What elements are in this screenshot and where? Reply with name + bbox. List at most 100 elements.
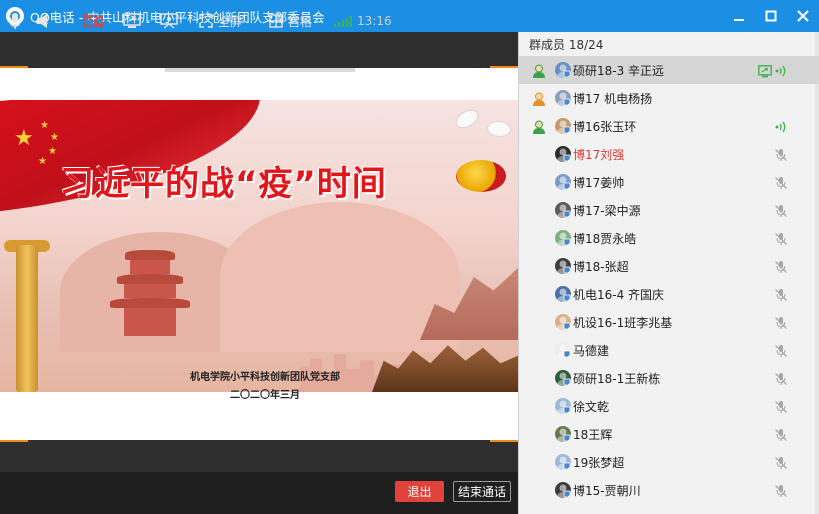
member-row[interactable]: 马德建	[519, 336, 819, 364]
mic-muted-icon	[774, 259, 788, 273]
star-icon: ★	[14, 126, 34, 151]
fullscreen-button[interactable]: 全屏	[199, 0, 242, 42]
speaking-icon	[774, 119, 788, 133]
temple-graphic	[110, 250, 190, 336]
member-name: 机设16-1班李兆基	[573, 316, 673, 330]
member-name: 徐文乾	[573, 400, 610, 414]
share-screen-button[interactable]	[123, 0, 141, 42]
end-call-button[interactable]: 结束通话	[453, 481, 511, 502]
member-avatar	[555, 90, 571, 106]
camera-off-icon	[83, 13, 103, 29]
member-avatar	[555, 286, 571, 302]
member-avatar	[555, 314, 571, 330]
member-row[interactable]: 硕研18-3 辛正远	[519, 56, 819, 84]
member-name: 博17刘强	[573, 148, 625, 162]
member-name: 博18-张超	[573, 260, 629, 274]
member-name: 博17-梁中源	[573, 204, 641, 218]
member-avatar	[555, 202, 571, 218]
network-signal	[334, 0, 352, 42]
member-row[interactable]: 硕研18-1王新栋	[519, 364, 819, 392]
slide-banner: ★ ★ ★ ★ ★	[0, 100, 518, 392]
pillar-graphic	[16, 245, 38, 392]
close-button[interactable]	[787, 0, 819, 32]
member-row[interactable]: 博16张玉环	[519, 112, 819, 140]
mic-muted-icon	[774, 315, 788, 329]
signal-strength-icon	[334, 16, 352, 27]
member-row[interactable]: 博18-张超	[519, 252, 819, 280]
maximize-button[interactable]	[755, 0, 787, 32]
member-name: 博16张玉环	[573, 120, 637, 134]
member-count-header: 群成员 18/24	[529, 37, 604, 52]
mic-muted-icon	[774, 427, 788, 441]
dove-icon	[454, 108, 480, 130]
member-name: 机电16-4 齐国庆	[573, 288, 665, 302]
microphone-button[interactable]	[8, 0, 22, 42]
star-icon: ★	[50, 132, 59, 143]
member-row[interactable]: 博17 机电杨扬	[519, 84, 819, 112]
member-name: 硕研18-3 辛正远	[573, 64, 665, 78]
member-name: 博17姜帅	[573, 176, 625, 190]
speaker-button[interactable]	[36, 0, 50, 42]
speaker-icon	[37, 14, 47, 28]
member-row[interactable]: 博18贾永皓	[519, 224, 819, 252]
fullscreen-label: 全屏	[218, 14, 243, 29]
camera-off-button[interactable]	[83, 0, 103, 42]
member-avatar	[555, 174, 571, 190]
presentation-icon	[160, 13, 178, 29]
close-icon	[797, 10, 809, 22]
member-row[interactable]: 博17-梁中源	[519, 196, 819, 224]
mic-muted-icon	[774, 203, 788, 217]
mic-muted-icon	[774, 147, 788, 161]
slide-headline: 习近平的战“疫”时间	[60, 164, 387, 204]
exit-button[interactable]: 退出	[395, 481, 444, 502]
member-row[interactable]: 博17姜帅	[519, 168, 819, 196]
member-row[interactable]: 博17刘强	[519, 140, 819, 168]
admin-badge-icon	[532, 119, 546, 134]
presentation-button[interactable]	[160, 0, 178, 42]
mic-muted-icon	[774, 287, 788, 301]
presentation-slide: ★ ★ ★ ★ ★ 习近平的战“疫”时间 机电学院小平科技创新团队党支部 二〇二…	[0, 68, 518, 440]
slide-top-strip	[165, 68, 355, 72]
member-avatar	[555, 258, 571, 274]
shared-screen-area[interactable]: ★ ★ ★ ★ ★ 习近平的战“疫”时间 机电学院小平科技创新团队党支部 二〇二…	[0, 32, 518, 472]
mic-muted-icon	[774, 371, 788, 385]
admin-badge-icon	[532, 63, 546, 78]
grid-view-button[interactable]: 宫格	[269, 0, 312, 42]
share-screen-icon	[123, 13, 141, 28]
fullscreen-icon	[199, 14, 213, 28]
mic-muted-icon	[774, 231, 788, 245]
star-icon: ★	[40, 120, 49, 131]
member-name: 博15-贾朝川	[573, 484, 641, 498]
member-avatar	[555, 342, 571, 358]
member-row[interactable]: 博15-贾朝川	[519, 476, 819, 504]
owner-badge-icon	[532, 91, 546, 106]
dove-icon	[486, 119, 512, 139]
member-name: 马德建	[573, 344, 610, 358]
member-avatar	[555, 482, 571, 498]
member-name: 硕研18-1王新栋	[573, 372, 661, 386]
member-name: 博18贾永皓	[573, 232, 637, 246]
minimize-button[interactable]	[723, 0, 755, 32]
member-avatar	[555, 426, 571, 442]
member-name: 博17 机电杨扬	[573, 92, 653, 106]
member-row[interactable]: 19张梦超	[519, 448, 819, 476]
member-row[interactable]: 徐文乾	[519, 392, 819, 420]
slide-date: 二〇二〇年三月	[230, 390, 300, 401]
microphone-icon	[9, 13, 21, 29]
member-name: 19张梦超	[573, 456, 625, 470]
qq-call-window: QQ电话 - 中共山科机电小平科技创新团队支部委员会 ★ ★ ★ ★ ★ 习近平…	[0, 0, 819, 514]
maximize-icon	[765, 10, 777, 22]
minimize-icon	[734, 19, 744, 21]
star-icon: ★	[38, 156, 47, 167]
mic-muted-icon	[774, 399, 788, 413]
slide-organization: 机电学院小平科技创新团队党支部	[190, 372, 340, 383]
member-avatar	[555, 370, 571, 386]
call-duration: 13:16	[357, 14, 392, 28]
member-name: 18王辉	[573, 428, 613, 442]
speaking-icon	[774, 63, 788, 77]
member-row[interactable]: 机电16-4 齐国庆	[519, 280, 819, 308]
member-row[interactable]: 18王辉	[519, 420, 819, 448]
mic-muted-icon	[774, 455, 788, 469]
member-row[interactable]: 机设16-1班李兆基	[519, 308, 819, 336]
member-panel: 群成员 18/24 硕研18-3 辛正远 博17 机电杨扬 博16张玉环 博17刘强博…	[518, 32, 819, 514]
